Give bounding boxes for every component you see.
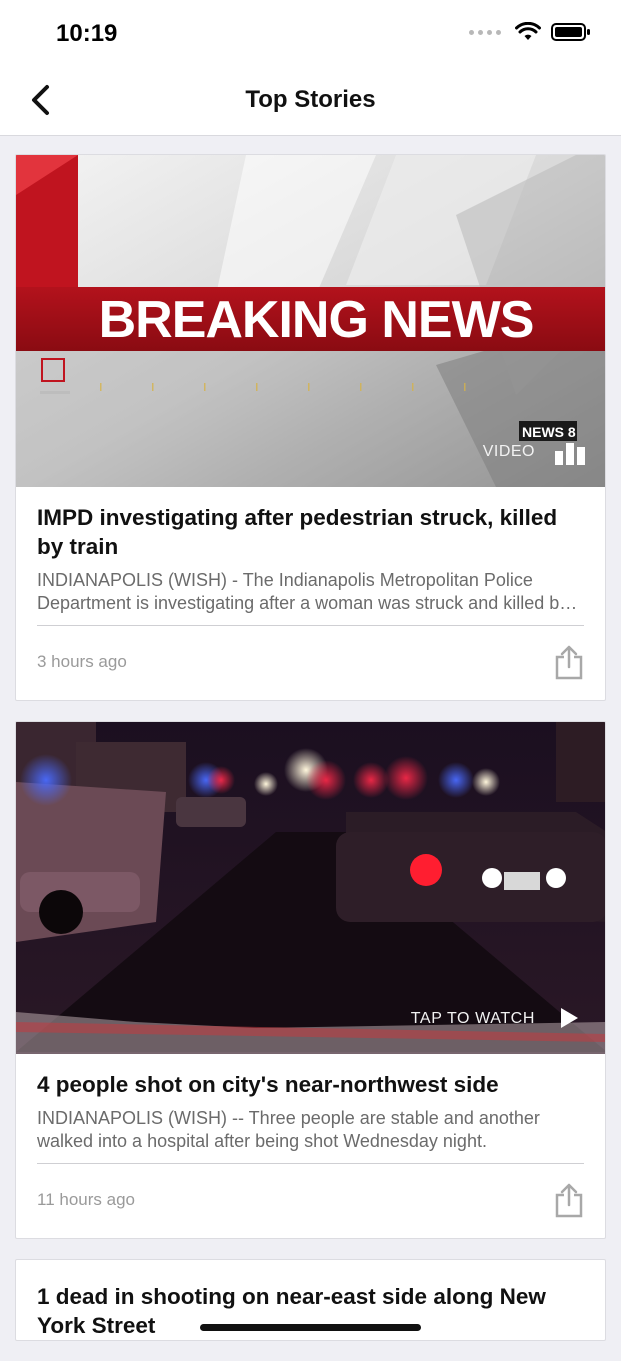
story-card[interactable]: TAP TO WATCH 4 people shot on city's nea… bbox=[15, 721, 606, 1239]
page-title: Top Stories bbox=[245, 86, 376, 113]
story-headline[interactable]: IMPD investigating after pedestrian stru… bbox=[37, 503, 584, 561]
story-thumbnail-breaking-news[interactable]: BREAKING NEWS NEWS 8 VIDEO bbox=[16, 155, 605, 487]
breaking-news-banner-text: BREAKING NEWS bbox=[99, 291, 534, 349]
story-headline[interactable]: 1 dead in shooting on near-east side alo… bbox=[37, 1282, 584, 1340]
story-timestamp: 11 hours ago bbox=[37, 1190, 135, 1209]
story-card[interactable]: BREAKING NEWS NEWS 8 VIDEO IMPD investig… bbox=[15, 154, 606, 701]
story-timestamp: 3 hours ago bbox=[37, 652, 127, 671]
story-feed[interactable]: BREAKING NEWS NEWS 8 VIDEO IMPD investig… bbox=[15, 154, 606, 1361]
share-icon bbox=[555, 1183, 583, 1218]
share-button[interactable] bbox=[554, 1182, 584, 1218]
home-indicator[interactable] bbox=[200, 1324, 421, 1331]
navigation-bar: Top Stories bbox=[0, 66, 621, 136]
story-thumbnail-police-scene[interactable]: TAP TO WATCH bbox=[16, 722, 605, 1054]
battery-icon bbox=[551, 23, 590, 41]
wifi-icon bbox=[515, 22, 541, 40]
cellular-signal-icon bbox=[469, 29, 501, 35]
breaking-news-graphic: BREAKING NEWS NEWS 8 bbox=[16, 155, 605, 487]
story-summary: INDIANAPOLIS (WISH) - The Indianapolis M… bbox=[37, 570, 584, 613]
tap-to-watch-label[interactable]: TAP TO WATCH bbox=[411, 1010, 535, 1028]
story-summary: INDIANAPOLIS (WISH) -- Three people are … bbox=[37, 1108, 540, 1151]
video-bars-icon bbox=[555, 443, 585, 465]
status-bar: 10:19 bbox=[0, 0, 621, 66]
status-icons bbox=[469, 22, 591, 42]
video-label: VIDEO bbox=[482, 443, 535, 460]
news-8-logo: NEWS 8 bbox=[522, 424, 576, 440]
share-button[interactable] bbox=[554, 644, 584, 680]
police-scene-image bbox=[16, 722, 605, 1054]
story-headline[interactable]: 4 people shot on city's near-northwest s… bbox=[37, 1070, 584, 1099]
status-time: 10:19 bbox=[56, 20, 118, 47]
play-icon[interactable] bbox=[559, 1007, 579, 1029]
share-icon bbox=[555, 645, 583, 680]
